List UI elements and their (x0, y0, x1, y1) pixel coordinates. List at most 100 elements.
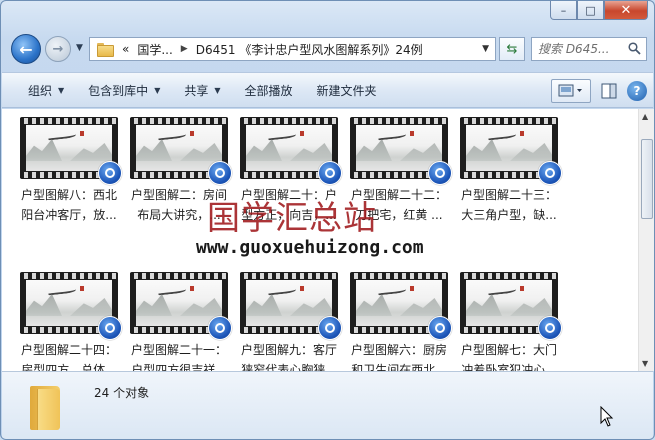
minimize-button[interactable]: – (550, 1, 577, 20)
mountain-shape (180, 143, 222, 161)
seal-mark (190, 131, 194, 136)
folder-icon (96, 42, 114, 57)
file-name-line2: 阳台冲客厅，放... (21, 208, 117, 222)
mountain-shape (356, 294, 392, 316)
vertical-scrollbar[interactable]: ▲ ▼ (638, 109, 654, 371)
thumbnail-frame (356, 280, 442, 326)
preview-pane-button[interactable] (597, 79, 621, 103)
file-name-line1: 户型图解二十三： (460, 188, 557, 202)
file-name-line1: 户型图解六：厨房 (350, 343, 447, 357)
file-item[interactable]: 户型图解二十一： 户型四方很吉祥... (124, 272, 234, 371)
chevron-down-icon: ▼ (58, 85, 65, 95)
thumbnail-frame (466, 125, 552, 171)
file-item[interactable]: 户型图解八：西北 阳台冲客厅，放... (14, 117, 124, 242)
file-name-line2: 户型四方很吉祥... (131, 363, 227, 371)
recent-pages-dropdown[interactable]: ▼ (76, 43, 83, 53)
file-name-line1: 户型图解七：大门 (460, 343, 557, 357)
file-item[interactable]: 户型图解六：厨房和卫生间在西北... (344, 272, 454, 371)
organize-label: 组织 (28, 83, 53, 98)
mountain-shape (400, 143, 442, 161)
breadcrumb-item-parent[interactable]: 国学... (137, 41, 172, 58)
file-item[interactable]: 户型图解七：大门 冲着卧室犯冲心... (454, 272, 564, 371)
seal-mark (410, 286, 414, 291)
mountain-shape (26, 294, 62, 316)
file-name-line1: 户型图解二十一： (130, 343, 227, 357)
watermark-url: www.guoxuehuizong.com (196, 237, 424, 258)
media-player-icon (318, 161, 342, 185)
seal-mark (520, 286, 524, 291)
forward-button[interactable]: → (45, 36, 71, 62)
file-name-line2: 和卫生间在西北... (351, 363, 447, 371)
file-list-view[interactable]: 户型图解八：西北 阳台冲客厅，放... 户型图解二：房间 布局大讲究，... 户型图解二… (2, 109, 638, 371)
calligraphy-mark (47, 284, 77, 296)
search-icon[interactable] (628, 42, 641, 55)
thumbnail-frame (356, 125, 442, 171)
file-name: 户型图解二十四： 房型四方，总体... (14, 340, 124, 371)
file-name-line2: 大三角户型，缺... (461, 208, 557, 222)
mountain-shape (510, 143, 552, 161)
search-box[interactable] (531, 37, 647, 61)
caption-buttons: – □ ✕ (550, 1, 648, 20)
watermark-chinese: 国学汇总站 (207, 198, 377, 237)
mountain-shape (290, 143, 332, 161)
back-button[interactable]: ← (11, 34, 41, 64)
thumbnail-frame (136, 280, 222, 326)
item-count: 24 个对象 (94, 386, 150, 400)
folder-icon-front (37, 389, 60, 430)
include-in-library-menu[interactable]: 包含到库中 ▼ (76, 82, 172, 99)
arrow-right-icon: → (52, 41, 64, 57)
navigation-bar: ← → ▼ « 国学... ▶ D6451 《李计忠户型风水图解系列》24例 ▼… (7, 31, 648, 69)
organize-menu[interactable]: 组织 ▼ (16, 82, 76, 99)
scrollbar-thumb[interactable] (641, 139, 653, 219)
mountain-shape (466, 294, 502, 316)
breadcrumb-overflow[interactable]: « (122, 42, 129, 56)
thumbnail-frame (136, 125, 222, 171)
mountain-shape (246, 139, 282, 161)
address-bar[interactable]: « 国学... ▶ D6451 《李计忠户型风水图解系列》24例 ▼ (89, 37, 496, 61)
play-all-button[interactable]: 全部播放 (233, 82, 305, 99)
share-label: 共享 (184, 83, 209, 98)
seal-mark (80, 131, 84, 136)
chevron-down-icon: ▼ (76, 43, 83, 53)
file-name-line2: 狭窄代表心胸狭... (241, 363, 337, 371)
search-input[interactable] (538, 42, 630, 56)
address-dropdown-icon[interactable]: ▼ (482, 44, 489, 54)
file-item[interactable]: 户型图解二十三： 大三角户型，缺... (454, 117, 564, 242)
file-item[interactable]: 户型图解二十四： 房型四方，总体... (14, 272, 124, 371)
file-name-line2: 房型四方，总体... (21, 363, 117, 371)
chevron-down-icon: ▼ (214, 85, 221, 95)
thumbnail-frame (26, 125, 112, 171)
scroll-down-icon[interactable]: ▼ (642, 359, 648, 368)
mountain-shape (26, 139, 62, 161)
help-button[interactable]: ? (627, 81, 647, 101)
change-view-button[interactable] (551, 79, 591, 103)
calligraphy-mark (157, 284, 187, 296)
thumbnail-frame (246, 280, 332, 326)
details-pane: 24 个对象 (2, 371, 653, 439)
file-item[interactable]: 户型图解九：客厅 狭窄代表心胸狭... (234, 272, 344, 371)
file-name-line1: 户型图解八：西北 (20, 188, 117, 202)
mountain-shape (136, 294, 172, 316)
mountain-shape (466, 139, 502, 161)
new-folder-button[interactable]: 新建文件夹 (305, 82, 389, 99)
mountain-shape (70, 143, 112, 161)
folder-icon (30, 386, 60, 430)
file-name: 户型图解二十一： 户型四方很吉祥... (124, 340, 234, 371)
breadcrumb-separator-icon[interactable]: ▶ (181, 44, 188, 54)
file-name: 户型图解二十三： 大三角户型，缺... (454, 185, 564, 225)
thumbnail-frame (26, 280, 112, 326)
calligraphy-mark (47, 129, 77, 141)
file-name: 户型图解七：大门 冲着卧室犯冲心... (454, 340, 564, 371)
seal-mark (520, 131, 524, 136)
share-menu[interactable]: 共享 ▼ (172, 82, 232, 99)
close-button[interactable]: ✕ (604, 1, 648, 20)
preview-pane-icon (601, 83, 617, 99)
maximize-button[interactable]: □ (577, 1, 604, 20)
scroll-up-icon[interactable]: ▲ (642, 112, 648, 121)
file-name-line1: 户型图解二十四： (20, 343, 117, 357)
media-player-icon (208, 316, 232, 340)
mountain-shape (70, 298, 112, 316)
breadcrumb-item-current[interactable]: D6451 《李计忠户型风水图解系列》24例 (196, 41, 423, 58)
refresh-button[interactable]: ⇆ (499, 37, 525, 61)
mountain-shape (246, 294, 282, 316)
